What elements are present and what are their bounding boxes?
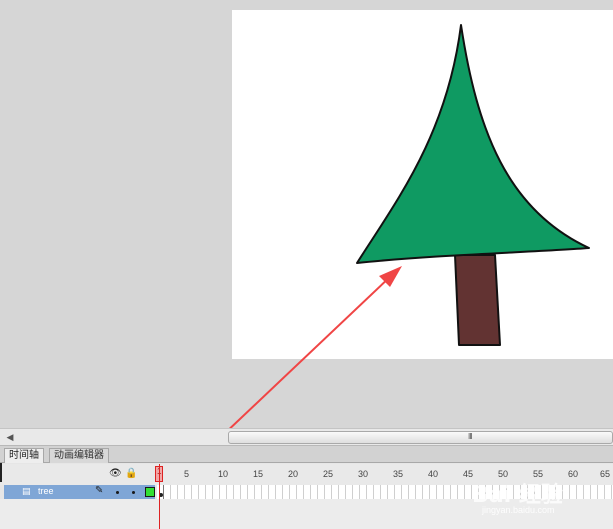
- frame-cells[interactable]: [157, 485, 613, 499]
- scroll-grip-icon: III: [468, 432, 473, 441]
- scroll-thumb[interactable]: [228, 431, 613, 444]
- tab-motion-editor[interactable]: 动画编辑器: [49, 448, 109, 463]
- timeline-panel: 时间轴 动画编辑器 👁 🔒 1 5 10 15 20 25 30 35 40 4…: [0, 446, 613, 529]
- frame-number: 45: [463, 469, 474, 479]
- frame-number: 30: [358, 469, 369, 479]
- frame-number: 50: [498, 469, 509, 479]
- frame-number: 15: [253, 469, 264, 479]
- frame-number: 55: [533, 469, 544, 479]
- outline-icon[interactable]: [0, 463, 2, 482]
- lock-icon[interactable]: 🔒: [125, 468, 137, 480]
- layer-icon: ▤: [22, 486, 31, 496]
- pencil-icon: ✎: [95, 485, 104, 496]
- frame-number: 10: [218, 469, 229, 479]
- frame-number: 35: [393, 469, 404, 479]
- playhead-line: [159, 464, 160, 529]
- workspace: [0, 0, 613, 428]
- frame-number: 40: [428, 469, 439, 479]
- layer-name[interactable]: tree: [38, 486, 54, 496]
- visibility-dot[interactable]: [116, 491, 119, 494]
- frame-number: 25: [323, 469, 334, 479]
- tree-trunk[interactable]: [454, 254, 501, 346]
- timeline-empty-area: [0, 499, 613, 529]
- frame-number: 65: [600, 469, 611, 479]
- frame-number: 20: [288, 469, 299, 479]
- tree-drawing: [356, 24, 590, 346]
- tree-foliage[interactable]: [356, 24, 590, 264]
- stage-canvas[interactable]: [232, 10, 613, 359]
- tab-timeline[interactable]: 时间轴: [4, 448, 44, 463]
- horizontal-scrollbar[interactable]: ◀ III: [0, 428, 613, 446]
- eye-icon[interactable]: 👁: [109, 468, 122, 480]
- layer-row[interactable]: ▤ tree ✎: [0, 485, 613, 499]
- scroll-left-icon[interactable]: ◀: [4, 430, 16, 444]
- lock-dot[interactable]: [132, 491, 135, 494]
- frame-number: 5: [184, 469, 190, 479]
- layer-color-box[interactable]: [145, 487, 155, 497]
- timeline-tabbar: 时间轴 动画编辑器: [0, 446, 613, 463]
- timeline-header: 👁 🔒 1 5 10 15 20 25 30 35 40 45 50 55 60…: [0, 463, 613, 485]
- frame-number: 60: [568, 469, 579, 479]
- layer-tree[interactable]: ▤ tree ✎: [4, 485, 155, 499]
